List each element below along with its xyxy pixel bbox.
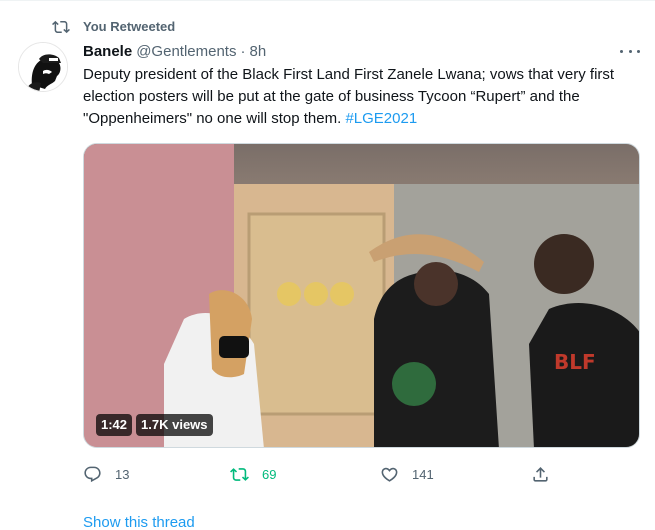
avatar[interactable] [18,42,68,92]
show-thread-link[interactable]: Show this thread [83,514,195,530]
hashtag-link[interactable]: #LGE2021 [345,110,417,127]
video-duration: 1:42 [96,414,133,436]
retweet-button[interactable]: 69 [230,462,276,486]
tweet-actions: 13 69 141 [83,462,643,486]
more-options-icon[interactable] [620,44,640,58]
tweet-timestamp[interactable]: 8h [249,43,266,60]
retweet-icon [230,467,249,481]
retweet-icon [52,20,70,34]
like-button[interactable]: 141 [380,462,434,486]
heart-icon [381,467,398,482]
reply-button[interactable]: 13 [83,462,129,486]
retweet-context-label: You Retweeted [83,19,176,34]
avatar-image [19,43,67,91]
share-button[interactable] [531,462,550,486]
share-icon [533,466,548,482]
tweet-header: Banele @Gentlements · 8h [83,41,266,61]
top-divider [0,0,655,1]
tweet-text: Deputy president of the Black First Land… [83,64,643,130]
header-separator: · [240,42,246,60]
author-name[interactable]: Banele [83,43,132,60]
video-player[interactable]: BLF [83,143,640,448]
reply-icon [84,466,101,482]
video-views: 1.7K views [136,414,213,436]
video-thumbnail: BLF [84,144,639,447]
author-handle[interactable]: @Gentlements [136,43,236,60]
svg-text:BLF: BLF [554,350,596,374]
like-count: 141 [412,466,434,482]
reply-count: 13 [115,466,130,482]
video-badges: 1:42 1.7K views [96,414,213,436]
retweet-count: 69 [262,466,277,482]
